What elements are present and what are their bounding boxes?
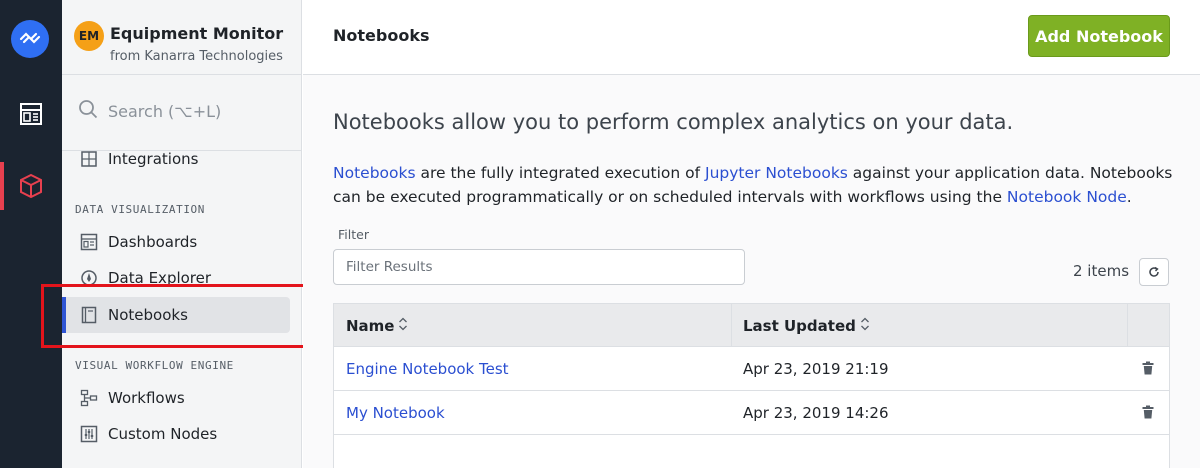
refresh-button[interactable] <box>1139 258 1169 286</box>
intro-text: . <box>1126 188 1132 206</box>
sidebar-item-custom-nodes[interactable]: Custom Nodes <box>78 423 217 445</box>
add-notebook-button[interactable]: Add Notebook <box>1028 15 1170 57</box>
intro-lead: Notebooks allow you to perform complex a… <box>333 110 1014 134</box>
trash-icon <box>1142 360 1154 379</box>
last-updated: Apr 23, 2019 21:19 <box>743 360 889 378</box>
sliders-icon <box>78 423 100 445</box>
notebooks-table: Name Last Updated Engine Notebook Test A… <box>333 303 1170 468</box>
column-header-name[interactable]: Name <box>346 304 408 347</box>
sidebar-item-dashboards[interactable]: Dashboards <box>78 231 197 253</box>
jupyter-notebooks-link[interactable]: Jupyter Notebooks <box>705 164 848 182</box>
app-org: from Kanarra Technologies <box>110 49 283 64</box>
sidebar-item-label: Dashboards <box>108 233 198 251</box>
sidebar-item-integrations[interactable]: Integrations <box>78 148 198 170</box>
sort-icon <box>398 317 408 335</box>
rail-active-indicator <box>0 162 4 210</box>
column-header-last-updated[interactable]: Last Updated <box>743 304 870 347</box>
filter-label: Filter <box>338 227 369 242</box>
app-rail <box>0 0 62 468</box>
table-header: Name Last Updated <box>334 304 1169 347</box>
delete-button[interactable] <box>1138 360 1158 378</box>
sort-icon <box>860 317 870 335</box>
item-count: 2 items <box>1073 262 1130 280</box>
dashboard-icon <box>78 231 100 253</box>
puzzle-icon <box>78 148 100 170</box>
search-icon <box>78 99 98 123</box>
dashboard-icon[interactable] <box>14 97 48 131</box>
page-title: Notebooks <box>333 26 430 45</box>
search-placeholder: Search (⌥+L) <box>108 101 222 121</box>
sidebar-item-label: Custom Nodes <box>108 425 218 443</box>
sidebar-item-workflows[interactable]: Workflows <box>78 387 185 409</box>
highlight-annotation <box>41 284 306 348</box>
trash-icon <box>1142 404 1154 423</box>
avatar: EM <box>74 21 104 51</box>
last-updated: Apr 23, 2019 14:26 <box>743 404 889 422</box>
section-title-visual-workflow-engine: VISUAL WORKFLOW ENGINE <box>75 359 234 372</box>
sidebar-search[interactable]: Search (⌥+L) <box>78 99 221 123</box>
delete-button[interactable] <box>1138 404 1158 422</box>
intro-description: Notebooks are the fully integrated execu… <box>333 161 1188 209</box>
workflow-icon <box>78 387 100 409</box>
section-title-data-visualization: DATA VISUALIZATION <box>75 203 206 216</box>
notebook-name-link[interactable]: My Notebook <box>346 391 445 435</box>
filter-input[interactable] <box>333 249 745 285</box>
notebook-node-link[interactable]: Notebook Node <box>1007 188 1127 206</box>
top-bar: Notebooks Add Notebook <box>303 0 1200 75</box>
sidebar-item-label: Workflows <box>108 389 185 407</box>
sidebar: EM Equipment Monitor from Kanarra Techno… <box>62 0 302 468</box>
table-row: My Notebook Apr 23, 2019 14:26 <box>334 391 1169 435</box>
notebook-name-link[interactable]: Engine Notebook Test <box>346 347 509 391</box>
logo-icon[interactable] <box>11 20 49 58</box>
refresh-icon <box>1148 263 1160 282</box>
app-header[interactable]: EM Equipment Monitor from Kanarra Techno… <box>62 0 302 75</box>
table-row: Engine Notebook Test Apr 23, 2019 21:19 <box>334 347 1169 391</box>
notebooks-link[interactable]: Notebooks <box>333 164 416 182</box>
cube-icon[interactable] <box>14 169 48 203</box>
app-name: Equipment Monitor <box>110 24 284 43</box>
intro-text: are the fully integrated execution of <box>415 164 705 182</box>
main-content: Notebooks Add Notebook Notebooks allow y… <box>303 0 1200 468</box>
sidebar-item-label: Integrations <box>108 150 199 168</box>
